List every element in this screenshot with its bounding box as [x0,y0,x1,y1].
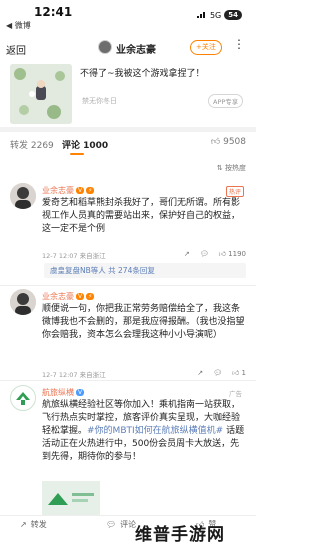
sort-dropdown[interactable]: ⇅ 按热度 [217,163,246,173]
no-forward-label: 禁无你冬日 [82,97,117,105]
battery-icon: 54 [224,10,242,20]
nav-bar: 返回 业余志豪 +关注 ⋮ [0,33,256,63]
share-icon[interactable]: ↗ [184,250,190,258]
post-card: 不得了~我被这个游戏拿捏了！ 禁无你冬日 APP专享 [0,64,256,124]
vip-badge: V [76,187,85,194]
avatar[interactable] [10,183,36,209]
tab-comments[interactable]: 评论 1000 [62,138,108,151]
divider [0,127,256,132]
vip-badge: V [76,293,85,300]
replies-link[interactable]: 虞皇复盘NB等人 共 274条回复 [44,263,246,278]
comment-actions: ↗ 💬︎ 👍︎ 1 [197,368,246,378]
back-button[interactable]: 返回 [6,42,26,57]
ad-label: 广告 [229,390,242,398]
commenter-name[interactable]: 业余志豪 V ⚡ [42,291,95,302]
comment-text: 顺便说一句，你把我正常劳务赔偿给全了，我这条微博我也不会删的，那是我应得报酬。（… [42,304,245,340]
thumbs-up-icon: 👍︎ [210,137,221,147]
network-label: 5G [209,10,222,20]
commenter-name[interactable]: 业余志豪 V ⚡ [42,185,95,196]
app-exclusive-button[interactable]: APP专享 [208,94,244,108]
ad-text: 航旅纵横经验社区等你加入！乘机指南一站获取，飞行热点实时掌控，旅客评价真实呈现，… [42,400,245,462]
reply-icon[interactable]: 💬︎ [213,369,222,377]
comment-text: 爱奇艺和稻草熊封杀我好了，哥们无所谓。所有影视工作人员真的需要站出来，保护好自己… [42,198,241,234]
sort-icon: ⇅ [216,164,223,172]
hot-comment-tag: 热评 [225,186,244,197]
active-tab-indicator [70,153,84,155]
status-bar: 12:41 ◀ 微博 5G 54 [0,0,256,30]
verified-badge: V [76,389,85,396]
divider [0,380,256,381]
airline-logo[interactable] [10,385,36,411]
signal-icon [196,10,207,20]
comment-actions: ↗ 💬︎ 👍︎ 1190 [184,249,246,259]
follow-button[interactable]: +关注 [190,40,222,55]
back-to-app-link[interactable]: ◀ 微博 [6,20,31,31]
watermark: 维普手游网 [135,525,225,545]
like-button[interactable]: 👍︎ 1190 [219,249,246,258]
avatar[interactable] [10,289,36,315]
level-badge: ⚡ [86,293,95,300]
game-screenshot-image[interactable] [10,64,72,124]
avatar[interactable] [98,40,112,54]
clock: 12:41 [34,5,73,19]
post-text: 不得了~我被这个游戏拿捏了！ [80,69,205,79]
divider [0,285,256,286]
likes-count[interactable]: 👍︎ 9508 [211,137,246,147]
comment-icon: 💬︎ [106,520,117,529]
tab-forward[interactable]: 转发 2269 [10,138,54,151]
comment-button[interactable]: 💬︎ 评论 [106,519,136,530]
share-icon[interactable]: ↗ [197,369,203,377]
reply-icon[interactable]: 💬︎ [200,250,209,258]
hashtag-link[interactable]: #你的MBTI如何在航旅纵横值机# [87,426,223,436]
more-icon[interactable]: ⋮ [233,37,245,51]
comment-meta: 12-7 12:07 来自浙江 [42,252,106,260]
ad-image[interactable] [42,481,100,515]
tab-bar: 转发 2269 评论 1000 👍︎ 9508 [0,133,256,157]
level-badge: ⚡ [86,187,95,194]
status-indicators: 5G 54 [196,10,242,20]
forward-icon: ↗ [20,520,27,529]
advertiser-name[interactable]: 航旅纵横 V [42,387,85,398]
page-title: 业余志豪 [116,45,156,56]
comment-meta: 12-7 12:07 来自浙江 [42,371,106,379]
forward-button[interactable]: ↗ 转发 [20,519,47,530]
like-button[interactable]: 👍︎ 1 [232,368,246,377]
